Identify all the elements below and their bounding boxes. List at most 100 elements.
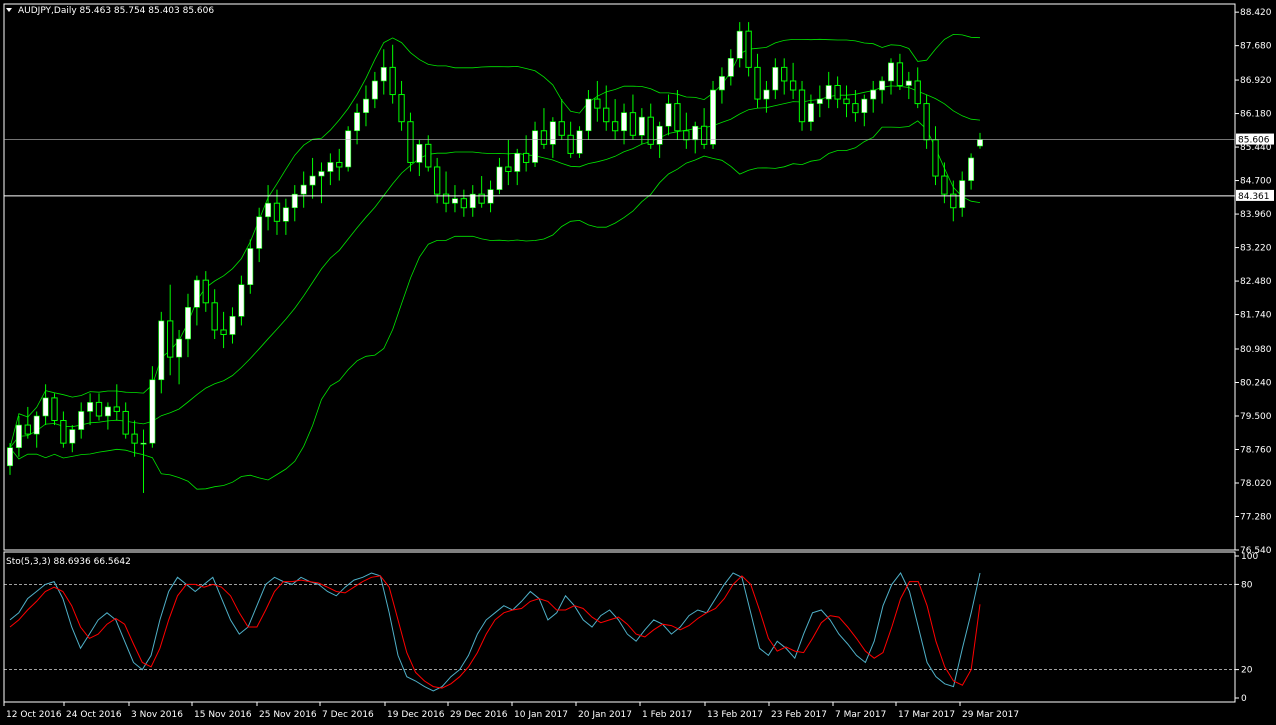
- candle[interactable]: [700, 108, 708, 149]
- candle[interactable]: [540, 108, 548, 149]
- candle[interactable]: [789, 62, 797, 100]
- candle[interactable]: [638, 108, 645, 145]
- candle[interactable]: [425, 135, 432, 172]
- candle[interactable]: [754, 53, 761, 109]
- candle[interactable]: [629, 94, 637, 140]
- candle[interactable]: [460, 189, 468, 217]
- candle[interactable]: [211, 289, 218, 340]
- candle[interactable]: [24, 406, 31, 439]
- candle[interactable]: [621, 103, 628, 145]
- candle[interactable]: [60, 411, 67, 448]
- candle[interactable]: [665, 94, 672, 136]
- candle[interactable]: [451, 185, 458, 213]
- candle[interactable]: [176, 329, 183, 385]
- candle[interactable]: [282, 198, 289, 235]
- candle[interactable]: [327, 153, 334, 186]
- candle[interactable]: [977, 132, 983, 149]
- chart-canvas[interactable]: 85.60684.361 10080200 88.42087.68086.920…: [0, 0, 1276, 725]
- candle[interactable]: [647, 103, 654, 149]
- candle[interactable]: [710, 80, 716, 149]
- candle[interactable]: [131, 420, 138, 457]
- candle[interactable]: [380, 49, 387, 95]
- candle[interactable]: [496, 157, 503, 195]
- candle[interactable]: [407, 112, 414, 172]
- candle[interactable]: [336, 148, 343, 181]
- candle[interactable]: [220, 311, 227, 349]
- candle[interactable]: [398, 80, 405, 131]
- candle[interactable]: [611, 99, 619, 140]
- candle[interactable]: [247, 239, 254, 294]
- candle[interactable]: [843, 85, 850, 118]
- candle[interactable]: [683, 112, 690, 149]
- candle[interactable]: [950, 180, 957, 222]
- candle[interactable]: [798, 80, 806, 131]
- candle[interactable]: [727, 49, 734, 86]
- candle[interactable]: [896, 53, 904, 91]
- candle[interactable]: [781, 58, 788, 95]
- candle[interactable]: [345, 126, 352, 172]
- candle[interactable]: [95, 393, 103, 421]
- candle[interactable]: [923, 94, 930, 149]
- candle[interactable]: [594, 80, 601, 122]
- candle[interactable]: [354, 103, 361, 145]
- candle[interactable]: [42, 384, 49, 426]
- candle[interactable]: [603, 85, 610, 131]
- candle[interactable]: [104, 402, 111, 430]
- candle[interactable]: [140, 429, 147, 493]
- candle[interactable]: [202, 271, 209, 312]
- candle[interactable]: [87, 393, 94, 426]
- header-dropdown-icon[interactable]: [6, 8, 12, 12]
- candle[interactable]: [914, 67, 921, 109]
- candle[interactable]: [229, 307, 236, 344]
- candle[interactable]: [870, 80, 877, 113]
- candle[interactable]: [532, 121, 539, 167]
- candle[interactable]: [772, 58, 779, 100]
- candle[interactable]: [585, 90, 592, 140]
- candle[interactable]: [291, 185, 298, 222]
- candle[interactable]: [318, 162, 325, 204]
- candle[interactable]: [193, 275, 200, 326]
- candle[interactable]: [389, 44, 396, 104]
- candle[interactable]: [69, 425, 76, 453]
- candle[interactable]: [158, 311, 165, 394]
- candle[interactable]: [371, 71, 378, 109]
- candle[interactable]: [300, 171, 307, 208]
- candle[interactable]: [549, 117, 556, 158]
- candle[interactable]: [265, 185, 272, 231]
- candle[interactable]: [113, 384, 120, 421]
- candle[interactable]: [505, 139, 512, 186]
- candle[interactable]: [309, 157, 316, 199]
- candle[interactable]: [167, 284, 174, 376]
- candle[interactable]: [941, 162, 948, 204]
- candle[interactable]: [478, 176, 485, 208]
- candle[interactable]: [238, 275, 245, 326]
- candle[interactable]: [718, 67, 725, 104]
- candle[interactable]: [692, 121, 699, 154]
- candle[interactable]: [905, 71, 912, 100]
- candle[interactable]: [51, 393, 58, 426]
- candle[interactable]: [834, 76, 841, 109]
- candle[interactable]: [362, 85, 369, 127]
- candle[interactable]: [888, 58, 894, 95]
- candle[interactable]: [469, 185, 476, 217]
- candle[interactable]: [522, 135, 530, 172]
- candle[interactable]: [442, 171, 450, 213]
- candle[interactable]: [736, 22, 743, 68]
- candle[interactable]: [185, 293, 191, 358]
- candle[interactable]: [816, 85, 823, 118]
- candle[interactable]: [416, 139, 423, 177]
- candle[interactable]: [7, 443, 13, 475]
- candle[interactable]: [861, 94, 868, 127]
- candle[interactable]: [33, 411, 40, 448]
- candle[interactable]: [968, 153, 975, 190]
- candle[interactable]: [879, 76, 886, 104]
- candle[interactable]: [932, 126, 939, 186]
- candle[interactable]: [558, 99, 565, 140]
- candle[interactable]: [959, 171, 966, 217]
- candle[interactable]: [514, 148, 521, 186]
- candle[interactable]: [825, 71, 832, 109]
- candle[interactable]: [745, 22, 752, 77]
- candle[interactable]: [576, 126, 583, 158]
- candle[interactable]: [78, 402, 85, 439]
- candle[interactable]: [122, 402, 129, 439]
